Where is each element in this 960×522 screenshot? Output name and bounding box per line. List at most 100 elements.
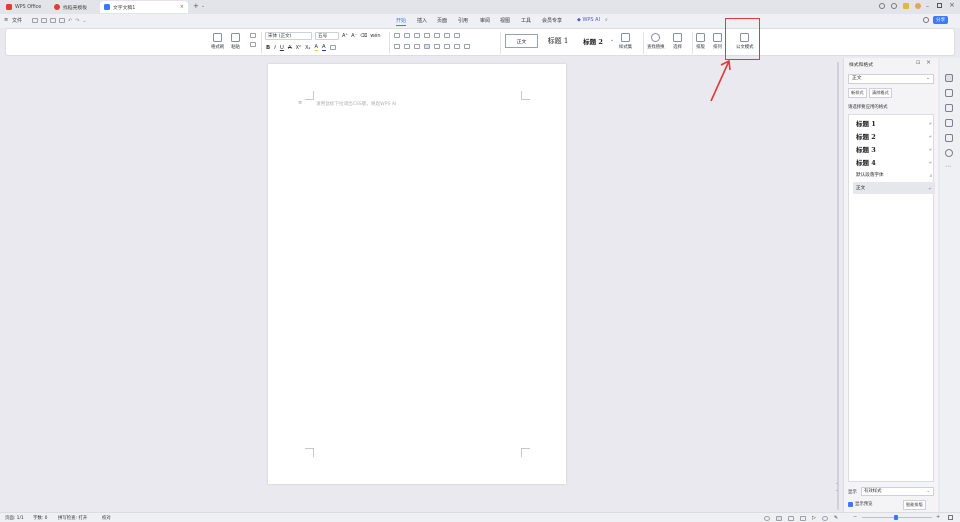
char-border-icon[interactable] — [329, 45, 336, 50]
select-sidebar-icon[interactable] — [945, 89, 953, 97]
minimize-icon[interactable]: – — [926, 3, 929, 10]
eye-protect-icon[interactable] — [764, 515, 770, 521]
menu-tab-view[interactable]: 视图 — [500, 17, 510, 24]
backup-sidebar-icon[interactable] — [945, 119, 953, 127]
style-set-button[interactable]: 样式集 — [619, 33, 632, 50]
show-preview-checkbox[interactable] — [848, 502, 853, 507]
close-window-icon[interactable]: × — [949, 1, 955, 9]
bold-button[interactable]: B — [266, 45, 270, 51]
chevron-down-icon[interactable]: ⌄ — [201, 3, 205, 9]
shrink-font-icon[interactable]: A⁻ — [351, 33, 357, 39]
superscript-button[interactable]: X² — [296, 45, 301, 51]
show-marks-icon[interactable] — [454, 33, 460, 38]
tools-sidebar-icon[interactable] — [945, 134, 953, 142]
style-heading1-button[interactable]: 标题 1 — [542, 34, 574, 48]
clear-format-button[interactable]: 清除格式 — [869, 88, 892, 98]
vertical-scrollbar[interactable]: ⌃ ⌄ — [835, 62, 840, 510]
zoom-slider[interactable] — [862, 515, 932, 520]
redo-icon[interactable]: ↷ — [75, 18, 79, 24]
print-icon[interactable] — [50, 18, 56, 23]
distribute-icon[interactable] — [434, 44, 440, 49]
new-style-button[interactable]: 新样式 — [848, 88, 867, 98]
menu-file[interactable]: 文件 — [12, 17, 22, 24]
comment-icon[interactable] — [923, 17, 929, 23]
select-button[interactable]: 选择 — [673, 33, 682, 50]
paste-button[interactable]: 粘贴 — [231, 33, 240, 50]
share-button[interactable]: 分享 — [933, 16, 949, 24]
style-list-item-heading3[interactable]: 标题 3 ↵ — [853, 143, 935, 155]
folder-icon[interactable] — [41, 18, 47, 23]
font-name-select[interactable]: 宋体 (正文) — [265, 32, 312, 40]
more-icon[interactable]: ⌄ — [82, 18, 86, 24]
pin-icon[interactable]: ⊡ — [916, 60, 920, 66]
style-heading2-button[interactable]: 标题 2 — [578, 34, 608, 48]
bullet-list-icon[interactable] — [394, 33, 400, 38]
style-list-item-normal[interactable]: 正文 ↵ — [853, 182, 935, 194]
hamburger-icon[interactable]: ≡ — [4, 17, 8, 23]
search-icon[interactable]: ⌕ — [605, 17, 608, 23]
avatar[interactable] — [915, 3, 921, 9]
grow-font-icon[interactable]: A⁺ — [342, 33, 348, 39]
styles-sidebar-icon[interactable] — [945, 74, 953, 82]
tab-docer[interactable]: 找稻壳模板 — [50, 1, 96, 13]
globe-icon[interactable] — [821, 515, 828, 521]
sort-button[interactable]: 排列 — [713, 33, 722, 50]
line-spacing-icon[interactable] — [444, 44, 450, 49]
menu-tab-insert[interactable]: 插入 — [417, 17, 427, 24]
page-count[interactable]: 页面: 1/1 — [5, 515, 24, 521]
arrange-button[interactable]: 排版 — [696, 33, 705, 50]
undo-icon[interactable]: ↶ — [68, 18, 72, 24]
font-color-button[interactable]: A — [321, 44, 326, 51]
italic-button[interactable]: I — [274, 45, 276, 51]
word-count[interactable]: 字数: 0 — [33, 515, 47, 521]
cut-icon[interactable] — [250, 33, 256, 38]
decrease-indent-icon[interactable] — [414, 33, 420, 38]
tab-wps-office[interactable]: WPS Office — [2, 1, 47, 13]
style-list-item-heading1[interactable]: 标题 1 ↵ — [853, 117, 935, 129]
maximize-icon[interactable] — [937, 3, 942, 8]
highlight-button[interactable]: A — [314, 44, 318, 51]
spell-check-status[interactable]: 拼写检查: 打开 — [58, 515, 87, 521]
style-list-item-heading2[interactable]: 标题 2 ↵ — [853, 130, 935, 142]
align-center-icon[interactable] — [404, 44, 410, 49]
align-left-icon[interactable] — [394, 44, 400, 49]
text-direction-icon[interactable] — [434, 33, 440, 38]
format-painter-button[interactable]: 格式刷 — [211, 33, 224, 50]
menu-tab-tools[interactable]: 工具 — [521, 17, 531, 24]
copy-icon[interactable] — [250, 42, 256, 47]
fullscreen-icon[interactable] — [948, 515, 953, 520]
shading-icon[interactable] — [454, 44, 460, 49]
save-icon[interactable] — [32, 18, 38, 23]
web-view-icon[interactable] — [800, 515, 806, 521]
paragraph-handle-icon[interactable]: ≡ — [298, 100, 302, 106]
align-justify-icon[interactable] — [424, 44, 430, 49]
menu-tab-member[interactable]: 会员专享 — [542, 17, 562, 24]
play-icon[interactable]: ▷ — [812, 515, 816, 521]
style-gallery-expand-icon[interactable]: ⌄ — [610, 37, 614, 43]
close-tab-icon[interactable]: × — [180, 4, 184, 10]
menu-tab-review[interactable]: 审阅 — [480, 17, 490, 24]
more-sidebar-icon[interactable]: ⋯ — [945, 163, 951, 170]
outline-view-icon[interactable] — [788, 515, 794, 521]
subscript-button[interactable]: X₂ — [305, 45, 310, 51]
menu-tab-home[interactable]: 开始 — [396, 17, 407, 26]
zoom-in-button[interactable]: + — [936, 514, 940, 520]
sort-icon[interactable] — [444, 33, 450, 38]
document-page[interactable]: ≡ 请用鼠标下拉调出CSS版，唤起WPS AI — [268, 64, 566, 484]
page-nav-icons[interactable]: ⌃ ⌄ — [835, 482, 838, 492]
numbered-list-icon[interactable] — [404, 33, 410, 38]
font-size-select[interactable]: 五号 — [315, 32, 339, 40]
style-list-item-heading4[interactable]: 标题 4 ↵ — [853, 156, 935, 168]
align-right-icon[interactable] — [414, 44, 420, 49]
menu-tab-references[interactable]: 引用 — [458, 17, 468, 24]
show-filter-select[interactable]: 有效样式 ⌄ — [861, 487, 934, 496]
underline-button[interactable]: U — [280, 45, 284, 51]
member-icon[interactable] — [903, 3, 909, 9]
close-panel-icon[interactable]: × — [926, 59, 931, 66]
find-replace-button[interactable]: 查找替换 — [647, 33, 665, 50]
skin-icon[interactable] — [879, 3, 885, 9]
current-style-select[interactable]: 正文 ⌄ — [848, 74, 934, 84]
tab-document[interactable]: 文字文稿1 × — [100, 1, 188, 13]
style-list-item-default-font[interactable]: 默认段落字体 a — [853, 169, 935, 181]
menu-tab-page[interactable]: 页面 — [437, 17, 447, 24]
